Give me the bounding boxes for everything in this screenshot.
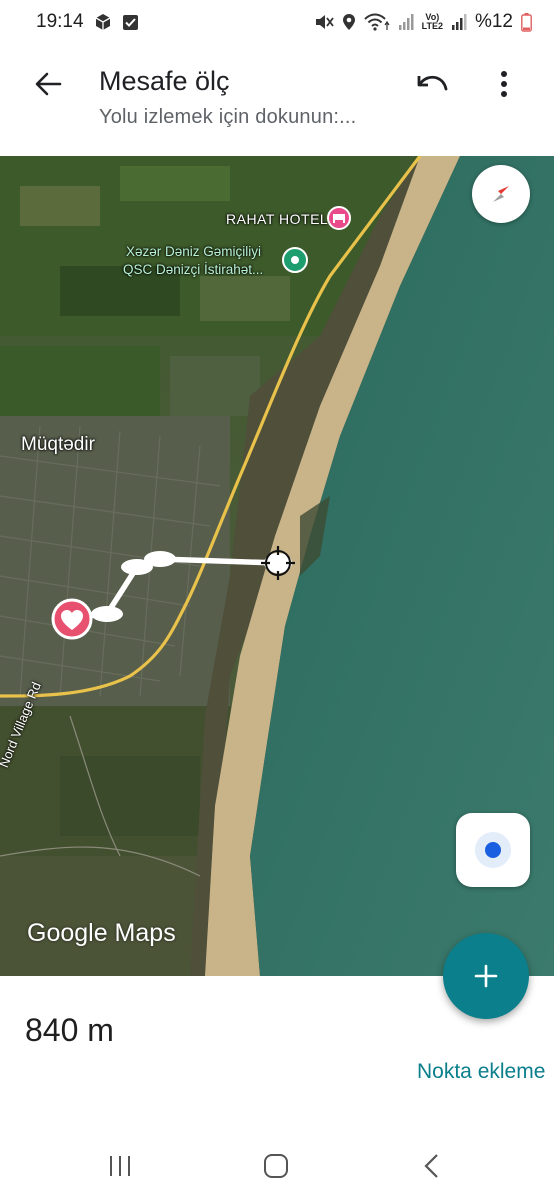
page-title: Mesafe ölç [99, 66, 230, 96]
google-maps-logo: Google Maps [27, 919, 176, 947]
more-vert-icon [501, 71, 507, 97]
my-location-button[interactable] [456, 813, 530, 887]
lte-badge: Vo) LTE2 [421, 12, 443, 31]
recent-apps-icon [110, 1156, 130, 1176]
battery-icon [521, 12, 532, 32]
nav-back-icon [424, 1154, 438, 1178]
place-poi-icon[interactable] [282, 247, 308, 273]
add-point-fab[interactable] [443, 933, 529, 1019]
wifi-icon [363, 13, 390, 31]
page-subtitle: Yolu izlemek için dokunun:... [99, 106, 357, 128]
checkbox-icon [122, 14, 139, 31]
back-button[interactable] [28, 64, 68, 104]
battery-percent: %12 [474, 11, 513, 32]
distance-readout: 840 m [25, 1012, 114, 1048]
add-point-link[interactable]: Nokta ekleme [417, 1060, 545, 1084]
undo-button[interactable] [410, 64, 454, 104]
measure-point[interactable] [91, 606, 123, 622]
compass-button[interactable] [472, 165, 530, 223]
poi-label-line1: Xəzər Dəniz Gəmiçiliyi [126, 244, 262, 259]
arrow-back-icon [35, 72, 62, 96]
cube-icon [94, 13, 112, 31]
hotel-label: RAHAT HOTEL [226, 211, 329, 227]
signal-icon [451, 14, 467, 30]
poi-label-line2: QSC Dənizçi İstirahət... [123, 262, 264, 277]
mute-icon [314, 13, 334, 31]
measure-point[interactable] [144, 551, 176, 567]
satellite-map[interactable]: RAHAT HOTEL Xəzər Dəniz Gəmiçiliyi QSC D… [0, 156, 554, 976]
recent-apps-button[interactable] [100, 1148, 140, 1184]
system-nav-bar [0, 1130, 554, 1200]
heart-pin-icon[interactable] [51, 598, 93, 640]
signal-icon [398, 14, 414, 30]
undo-icon [417, 75, 448, 91]
hotel-poi-icon[interactable] [327, 206, 351, 230]
status-bar: 19:14 Vo) LTE2 %12 [0, 0, 554, 44]
town-label: Müqtədir [21, 434, 95, 455]
plus-icon [474, 964, 498, 988]
app-header: Mesafe ölç Yolu izlemek için dokunun:... [0, 44, 554, 156]
compass-icon [493, 186, 509, 202]
status-time: 19:14 [36, 11, 84, 32]
more-options-button[interactable] [486, 64, 522, 104]
my-location-icon [475, 832, 511, 868]
home-button[interactable] [256, 1148, 296, 1184]
home-icon [264, 1154, 288, 1178]
nav-back-button[interactable] [412, 1148, 452, 1184]
location-icon [342, 13, 356, 31]
